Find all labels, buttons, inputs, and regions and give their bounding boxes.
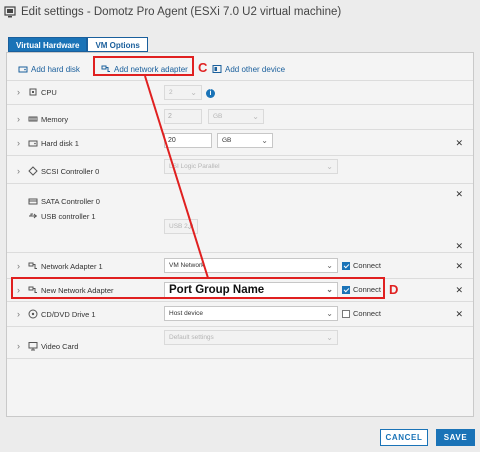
- usb-icon: [29, 213, 37, 219]
- memory-unit-select[interactable]: GB ⌄: [208, 109, 264, 124]
- save-button[interactable]: SAVE: [436, 429, 475, 446]
- expand-chevron-icon[interactable]: ›: [17, 114, 20, 124]
- usb-controller-label: USB controller 1: [28, 211, 96, 221]
- video-card-label: Video Card: [28, 341, 78, 351]
- video-card-select[interactable]: Default settings ⌄: [164, 330, 338, 345]
- cd-dvd-drive-label: CD/DVD Drive 1: [28, 309, 96, 319]
- dialog-title: Edit settings - Domotz Pro Agent (ESXi 7…: [4, 6, 341, 18]
- remove-device-icon[interactable]: ✕: [455, 285, 463, 296]
- add-hard-disk-label: Add hard disk: [31, 64, 80, 74]
- info-icon[interactable]: i: [206, 89, 215, 98]
- cd-dvd-icon: [28, 309, 38, 319]
- expand-chevron-icon[interactable]: ›: [17, 87, 20, 97]
- row-usb-controller: USB controller 1 USB 2.0 ⌄ ✕: [7, 208, 473, 252]
- device-icon: [212, 65, 222, 73]
- network-adapter-icon: [28, 262, 37, 269]
- scsi-controller-icon: [28, 166, 38, 176]
- tab-bar: Virtual Hardware VM Options: [8, 37, 148, 52]
- expand-chevron-icon[interactable]: ›: [17, 309, 20, 319]
- cpu-icon: [29, 88, 37, 96]
- hard-disk-icon: [28, 140, 38, 147]
- tab-virtual-hardware[interactable]: Virtual Hardware: [8, 37, 88, 52]
- tab-vm-options[interactable]: VM Options: [87, 37, 148, 52]
- row-sata-controller: SATA Controller 0 ✕: [7, 183, 473, 208]
- remove-device-icon[interactable]: ✕: [455, 309, 463, 320]
- cd-dvd-connect-checkbox[interactable]: Connect: [342, 309, 381, 318]
- sata-controller-label: SATA Controller 0: [28, 196, 100, 206]
- add-other-device-button[interactable]: Add other device: [212, 64, 285, 74]
- network-adapter-1-connect-checkbox[interactable]: Connect: [342, 261, 381, 270]
- expand-chevron-icon[interactable]: ›: [17, 138, 20, 148]
- dialog-title-text: Edit settings - Domotz Pro Agent (ESXi 7…: [21, 6, 342, 18]
- video-card-icon: [28, 342, 38, 351]
- memory-label: Memory: [28, 114, 68, 124]
- vm-icon: [4, 6, 16, 18]
- sata-controller-icon: [28, 198, 38, 205]
- add-hard-disk-button[interactable]: Add hard disk: [18, 64, 80, 74]
- row-cd-dvd-drive: › CD/DVD Drive 1 Host device ⌄ Connect ✕: [7, 301, 473, 326]
- expand-chevron-icon[interactable]: ›: [17, 166, 20, 176]
- virtual-hardware-panel: Add hard disk Add network adapter Add ot…: [6, 52, 474, 417]
- row-scsi-controller: › SCSI Controller 0 LSI Logic Parallel ⌄: [7, 155, 473, 183]
- annotation-label-d: D: [389, 282, 399, 297]
- row-cpu: › CPU 2 ⌄ i: [7, 80, 473, 104]
- remove-device-icon[interactable]: ✕: [455, 241, 463, 252]
- toolbar: Add hard disk Add network adapter Add ot…: [7, 53, 473, 80]
- hard-disk-unit-select[interactable]: GB ⌄: [217, 133, 273, 148]
- annotation-box-d: [11, 277, 385, 299]
- row-divider: [7, 358, 473, 359]
- row-video-card: › Video Card Default settings ⌄: [7, 326, 473, 358]
- memory-icon: [28, 116, 38, 122]
- network-adapter-1-label: Network Adapter 1: [28, 261, 103, 271]
- cd-dvd-source-select[interactable]: Host device ⌄: [164, 306, 338, 321]
- remove-device-icon[interactable]: ✕: [455, 189, 463, 200]
- network-adapter-1-select[interactable]: VM Network ⌄: [164, 258, 338, 273]
- expand-chevron-icon[interactable]: ›: [17, 341, 20, 351]
- hard-disk-icon: [18, 66, 28, 73]
- row-memory: › Memory 2 GB ⌄: [7, 104, 473, 129]
- cancel-button[interactable]: CANCEL: [380, 429, 428, 446]
- cpu-count-select[interactable]: 2 ⌄: [164, 85, 202, 100]
- row-network-adapter-1: › Network Adapter 1 VM Network ⌄ Connect …: [7, 252, 473, 278]
- add-other-device-label: Add other device: [225, 64, 286, 74]
- remove-device-icon[interactable]: ✕: [455, 138, 463, 149]
- annotation-box-c: [93, 56, 194, 76]
- hard-disk-size-input[interactable]: 20: [164, 133, 212, 148]
- annotation-label-c: C: [198, 60, 208, 75]
- scsi-type-select[interactable]: LSI Logic Parallel ⌄: [164, 159, 338, 174]
- usb-type-select[interactable]: USB 2.0 ⌄: [164, 219, 198, 234]
- expand-chevron-icon[interactable]: ›: [17, 261, 20, 271]
- scsi-controller-label: SCSI Controller 0: [28, 166, 99, 176]
- cpu-label: CPU: [28, 87, 57, 97]
- memory-input[interactable]: 2: [164, 109, 202, 124]
- row-hard-disk: › Hard disk 1 20 GB ⌄ ✕: [7, 129, 473, 155]
- remove-device-icon[interactable]: ✕: [455, 261, 463, 272]
- hard-disk-label: Hard disk 1: [28, 138, 79, 148]
